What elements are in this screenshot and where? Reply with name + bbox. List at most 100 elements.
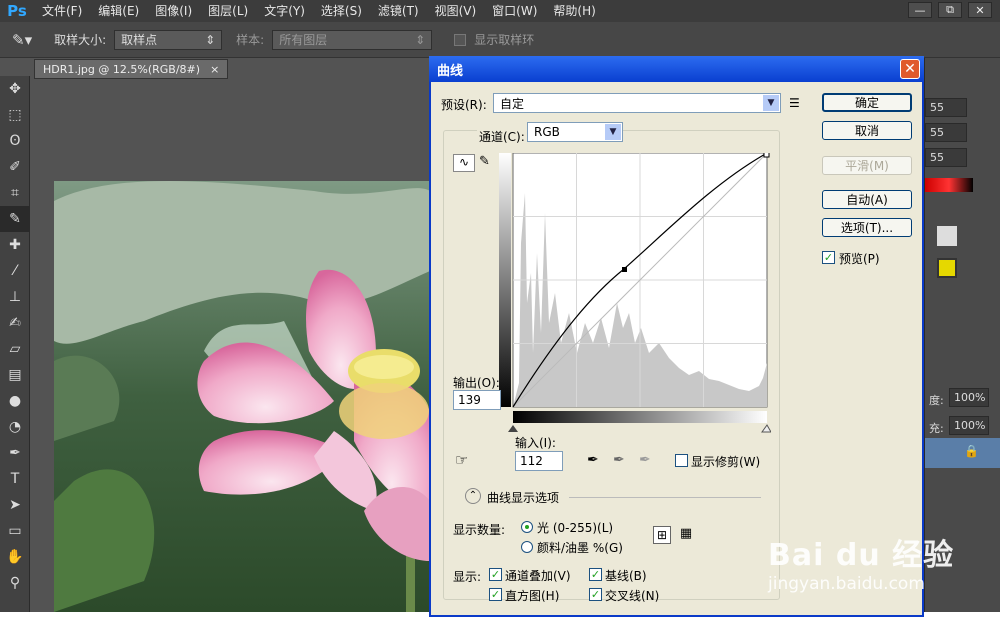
move-tool-icon[interactable]: ✥ <box>0 76 30 102</box>
dialog-titlebar[interactable]: 曲线 ✕ <box>429 56 924 82</box>
cancel-button[interactable]: 取消 <box>822 121 912 140</box>
color-value-2[interactable]: 55 <box>925 123 967 142</box>
light-label: 光 (0-255)(L) <box>537 521 614 535</box>
menu-item[interactable]: 图层(L) <box>200 0 256 22</box>
preview-checkbox[interactable]: ✓ <box>822 251 835 264</box>
target-adjust-hand-icon[interactable]: ☞ <box>455 451 468 469</box>
menu-list: 文件(F) 编辑(E) 图像(I) 图层(L) 文字(Y) 选择(S) 滤镜(T) 视图(V)… <box>34 0 604 22</box>
curve-tool-icon[interactable]: ∿ <box>453 154 475 172</box>
history-brush-tool-icon[interactable]: ✍ <box>0 310 30 336</box>
channel-overlay-checkbox[interactable]: ✓ <box>489 568 502 581</box>
select-arrows-icon: ⇕ <box>205 32 216 47</box>
simple-grid-icon[interactable]: ⊞ <box>653 526 671 544</box>
intersection-checkbox[interactable]: ✓ <box>589 588 602 601</box>
sample-label: 样本: <box>236 33 265 47</box>
dodge-tool-icon[interactable]: ◔ <box>0 414 30 440</box>
show-ring-checkbox[interactable] <box>454 33 467 46</box>
document-title: HDR1.jpg @ 12.5%(RGB/8#) <box>43 62 201 76</box>
color-ramp[interactable] <box>925 178 973 192</box>
channel-overlay-label: 通道叠加(V) <box>505 569 571 583</box>
sample-select[interactable]: 所有图层 ⇕ <box>272 29 433 50</box>
preset-options-icon[interactable]: ☰ <box>789 96 800 110</box>
detailed-grid-icon[interactable]: ▦ <box>677 526 695 544</box>
color-value-3[interactable]: 55 <box>925 148 967 167</box>
menu-item[interactable]: 选择(S) <box>313 0 370 22</box>
channel-label: 通道(C): <box>477 128 527 145</box>
ok-button[interactable]: 确定 <box>822 93 912 112</box>
lotus-photo <box>54 181 430 612</box>
shape-tool-icon[interactable]: ▭ <box>0 518 30 544</box>
channel-select[interactable]: RGB ▼ <box>527 122 623 142</box>
histogram-label: 直方图(H) <box>505 589 560 603</box>
baseline-checkbox[interactable]: ✓ <box>589 568 602 581</box>
restore-button[interactable]: ⧉ <box>938 2 962 18</box>
histogram-checkbox[interactable]: ✓ <box>489 588 502 601</box>
light-radio[interactable] <box>521 521 533 533</box>
document-tab[interactable]: HDR1.jpg @ 12.5%(RGB/8#) × <box>34 59 229 79</box>
stamp-tool-icon[interactable]: ⊥ <box>0 284 30 310</box>
fill-value[interactable]: 100% <box>949 416 989 435</box>
lasso-tool-icon[interactable]: ʘ <box>0 128 30 154</box>
gray-point-eyedropper-icon[interactable]: ✒ <box>613 452 625 468</box>
crop-tool-icon[interactable]: ⌗ <box>0 180 30 206</box>
menu-bar: Ps 文件(F) 编辑(E) 图像(I) 图层(L) 文字(Y) 选择(S) 滤镜(T) 视图… <box>0 0 1000 22</box>
type-tool-icon[interactable]: T <box>0 466 30 492</box>
show-ring-label: 显示取样环 <box>474 33 535 47</box>
swatch-white[interactable] <box>937 226 957 246</box>
right-panels: 55 55 55 度: 100% 充: 100% 🔒 <box>924 58 1000 612</box>
quick-select-tool-icon[interactable]: ✐ <box>0 154 30 180</box>
curves-graph[interactable] <box>499 153 771 433</box>
brush-tool-icon[interactable]: ⁄ <box>0 258 30 284</box>
tab-close-icon[interactable]: × <box>210 63 219 76</box>
dialog-close-button[interactable]: ✕ <box>900 59 920 79</box>
baidu-watermark: Bai du 经验 jingyan.baidu.com <box>768 530 954 594</box>
opacity-value[interactable]: 100% <box>949 388 989 407</box>
options-button[interactable]: 选项(T)... <box>822 218 912 237</box>
menu-item[interactable]: 文字(Y) <box>256 0 313 22</box>
zoom-tool-icon[interactable]: ⚲ <box>0 570 30 596</box>
eraser-tool-icon[interactable]: ▱ <box>0 336 30 362</box>
minimize-button[interactable]: — <box>908 2 932 18</box>
intersection-label: 交叉线(N) <box>605 589 660 603</box>
blur-tool-icon[interactable]: ● <box>0 388 30 414</box>
healing-tool-icon[interactable]: ✚ <box>0 232 30 258</box>
channel-value: RGB <box>534 125 560 139</box>
tools-panel: ✥ ⬚ ʘ ✐ ⌗ ✎ ✚ ⁄ ⊥ ✍ ▱ ▤ ● ◔ ✒ T ➤ ▭ ✋ ⚲ <box>0 76 30 612</box>
preset-select[interactable]: 自定 ▼ <box>493 93 781 113</box>
collapse-chevron-icon[interactable]: ⌃ <box>465 488 481 504</box>
document-canvas[interactable] <box>54 181 430 612</box>
input-field[interactable]: 112 <box>515 451 563 471</box>
black-point-eyedropper-icon[interactable]: ✒ <box>587 452 599 468</box>
eyedropper-tool-icon[interactable]: ✎ <box>0 206 30 232</box>
menu-item[interactable]: 滤镜(T) <box>370 0 427 22</box>
menu-item[interactable]: 窗口(W) <box>484 0 545 22</box>
swatch-yellow[interactable] <box>937 258 957 278</box>
menu-item[interactable]: 编辑(E) <box>90 0 147 22</box>
pencil-tool-icon[interactable]: ✎ <box>479 154 490 169</box>
selected-layer[interactable]: 🔒 <box>925 438 1000 468</box>
marquee-tool-icon[interactable]: ⬚ <box>0 102 30 128</box>
show-clipping-checkbox[interactable] <box>675 454 688 467</box>
pen-tool-icon[interactable]: ✒ <box>0 440 30 466</box>
preset-value: 自定 <box>500 96 525 111</box>
sample-size-select[interactable]: 取样点 ⇕ <box>114 29 223 50</box>
eyedropper-icon[interactable]: ✎▾ <box>12 31 32 49</box>
pigment-radio[interactable] <box>521 541 533 553</box>
color-value-1[interactable]: 55 <box>925 98 967 117</box>
opacity-label: 度: <box>929 394 944 407</box>
window-controls: — ⧉ ✕ <box>900 0 1000 20</box>
baseline-label: 基线(B) <box>605 569 647 583</box>
menu-item[interactable]: 帮助(H) <box>545 0 603 22</box>
output-field[interactable]: 139 <box>453 390 501 410</box>
white-point-eyedropper-icon[interactable]: ✒ <box>639 452 651 468</box>
smooth-button[interactable]: 平滑(M) <box>822 156 912 175</box>
menu-item[interactable]: 图像(I) <box>147 0 200 22</box>
auto-button[interactable]: 自动(A) <box>822 190 912 209</box>
show-clipping-label: 显示修剪(W) <box>691 455 761 469</box>
close-window-button[interactable]: ✕ <box>968 2 992 18</box>
menu-item[interactable]: 视图(V) <box>427 0 485 22</box>
menu-item[interactable]: 文件(F) <box>34 0 90 22</box>
path-select-tool-icon[interactable]: ➤ <box>0 492 30 518</box>
hand-tool-icon[interactable]: ✋ <box>0 544 30 570</box>
gradient-tool-icon[interactable]: ▤ <box>0 362 30 388</box>
